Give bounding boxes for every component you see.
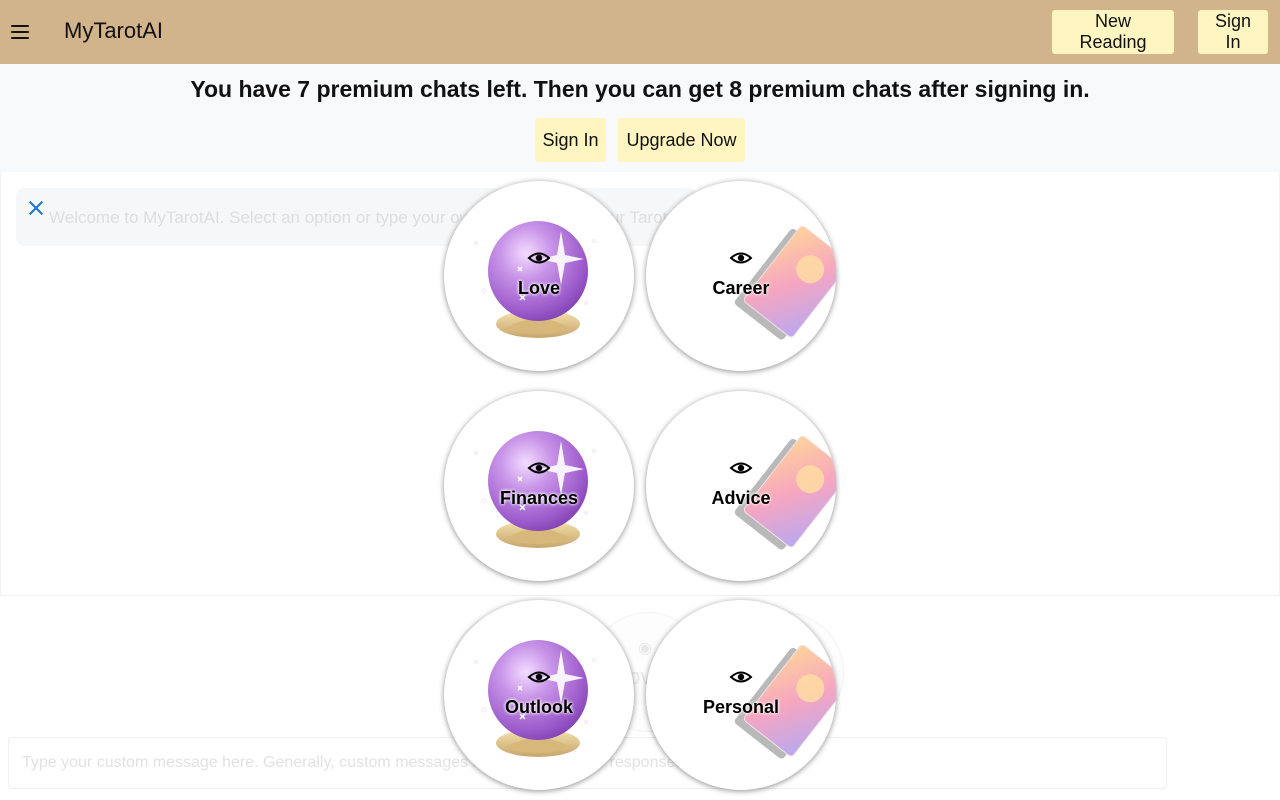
hamburger-menu-icon[interactable] xyxy=(8,20,32,44)
upgrade-now-button[interactable]: Upgrade Now xyxy=(618,118,745,162)
premium-chats-message: You have 7 premium chats left. Then you … xyxy=(190,76,1090,102)
option-label: Career xyxy=(712,278,770,298)
option-label: Love xyxy=(517,278,560,298)
tarot-cards-image xyxy=(734,644,836,759)
option-label: Outlook xyxy=(505,697,573,717)
top-app-bar: MyTarotAI New Reading Sign In xyxy=(0,0,1280,64)
option-outlook[interactable]: Outlook xyxy=(444,600,634,790)
app-title: MyTarotAI xyxy=(64,18,164,43)
sign-in-button[interactable]: Sign In xyxy=(1198,10,1268,54)
option-advice[interactable]: Advice xyxy=(646,391,836,581)
option-personal[interactable]: Personal xyxy=(646,600,836,790)
option-finances[interactable]: Finances xyxy=(444,391,634,581)
tarot-cards-image xyxy=(734,225,836,340)
eye-icon xyxy=(729,252,753,264)
send-button[interactable] xyxy=(1178,737,1272,789)
eye-icon xyxy=(729,671,753,683)
option-career[interactable]: Career xyxy=(646,181,836,371)
new-reading-button[interactable]: New Reading xyxy=(1052,10,1174,54)
close-icon[interactable] xyxy=(26,198,46,218)
option-label: Finances xyxy=(499,488,579,508)
eye-icon xyxy=(527,671,551,683)
option-label: Personal xyxy=(702,697,780,717)
eye-icon xyxy=(527,252,551,264)
premium-chats-banner: You have 7 premium chats left. Then you … xyxy=(0,64,1280,172)
eye-icon xyxy=(527,462,551,474)
eye-icon xyxy=(729,462,753,474)
crystal-ball-image xyxy=(473,431,596,548)
banner-sign-in-button[interactable]: Sign In xyxy=(535,118,606,162)
tarot-cards-image xyxy=(734,435,836,550)
crystal-ball-image xyxy=(473,640,596,757)
crystal-ball-image xyxy=(473,221,596,338)
option-label: Advice xyxy=(711,488,771,508)
option-love[interactable]: Love xyxy=(444,181,634,371)
